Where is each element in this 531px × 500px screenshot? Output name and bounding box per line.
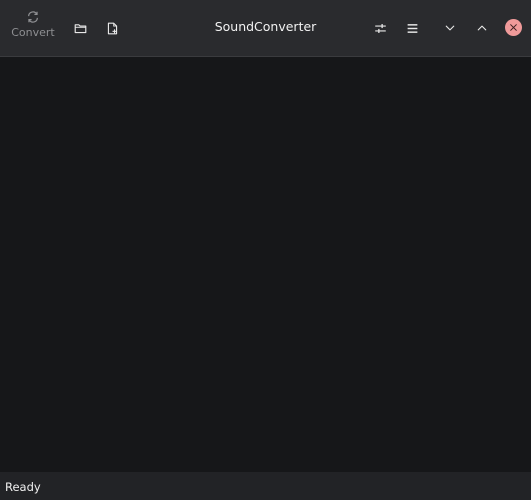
file-list-area[interactable] (0, 57, 531, 472)
chevron-down-icon (445, 25, 455, 31)
add-file-button[interactable] (98, 14, 126, 42)
main-menu-button[interactable] (398, 14, 426, 42)
chevron-up-icon (477, 25, 487, 31)
close-icon (510, 24, 517, 31)
refresh-icon (28, 11, 38, 23)
convert-button[interactable]: Convert (8, 8, 58, 48)
sliders-icon (374, 23, 386, 33)
status-text: Ready (5, 480, 41, 494)
add-folder-button[interactable] (66, 14, 94, 42)
app-window: Convert SoundConverter Ready (0, 0, 531, 500)
maximize-button[interactable] (468, 14, 496, 42)
status-bar: Ready (0, 472, 531, 500)
close-button[interactable] (505, 19, 522, 36)
folder-icon (74, 23, 86, 33)
hamburger-menu-icon (407, 23, 417, 33)
add-file-icon (107, 22, 117, 34)
preferences-button[interactable] (366, 14, 394, 42)
headerbar: Convert SoundConverter (0, 0, 531, 57)
convert-label: Convert (11, 26, 55, 39)
minimize-button[interactable] (436, 14, 464, 42)
